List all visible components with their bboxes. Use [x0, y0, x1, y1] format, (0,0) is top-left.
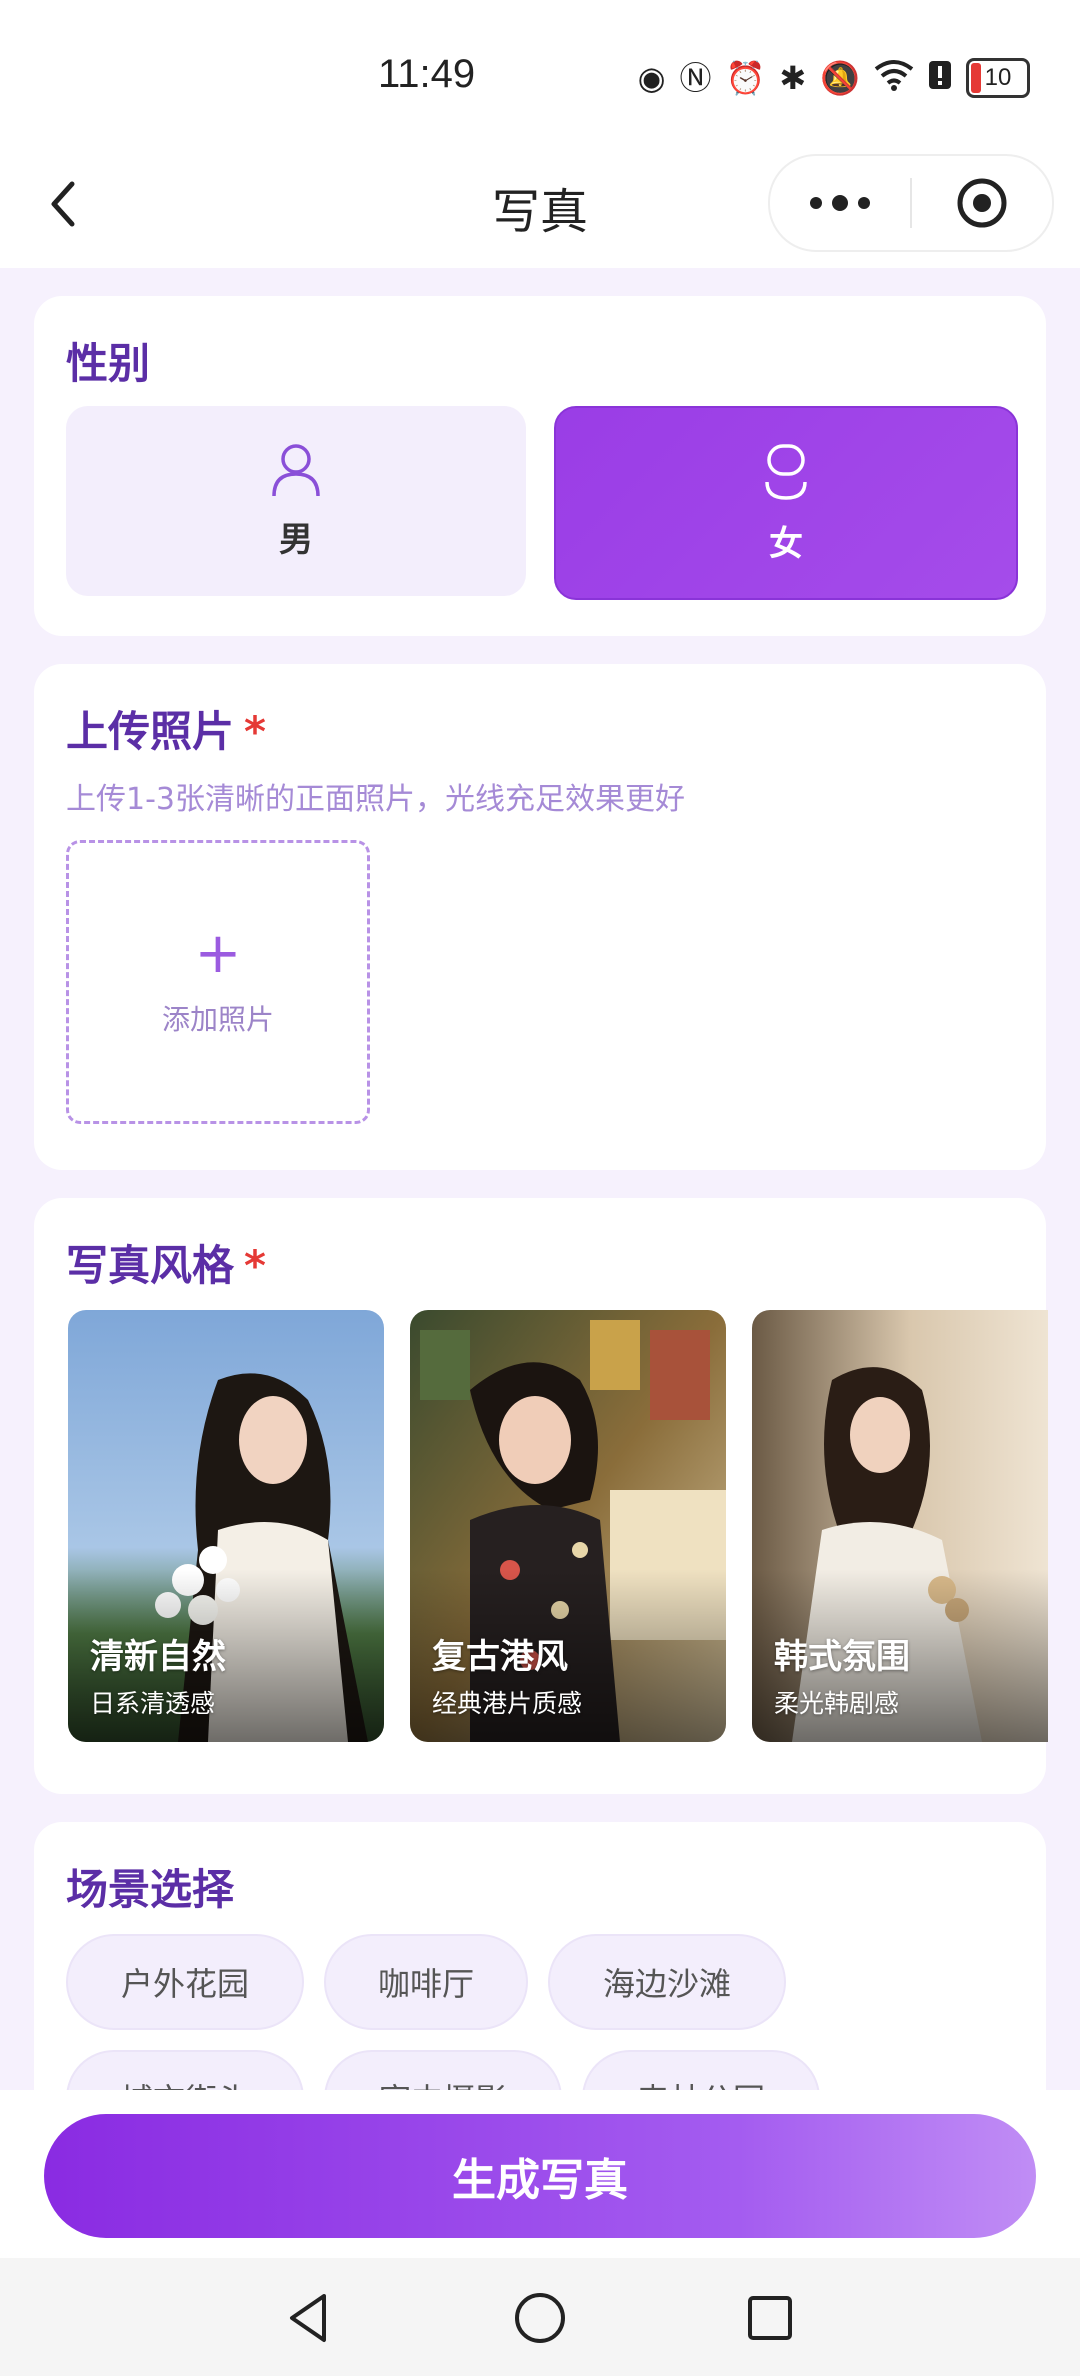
status-time: 11:49	[378, 52, 476, 96]
style-desc: 柔光韩剧感	[774, 1689, 900, 1718]
gender-label-female: 女	[769, 523, 803, 564]
more-button[interactable]	[770, 195, 910, 211]
system-nav-bar	[0, 2258, 1080, 2376]
style-desc: 经典港片质感	[432, 1689, 583, 1718]
required-mark: *	[244, 707, 266, 756]
scene-chip[interactable]: 户外花园	[66, 1934, 304, 2030]
plus-icon: +	[194, 921, 242, 986]
style-desc: 日系清透感	[90, 1689, 216, 1718]
style-title: 写真风格 *	[66, 1232, 266, 1293]
nav-home-button[interactable]	[510, 2288, 570, 2348]
nfc-icon: Ⓝ	[679, 59, 712, 97]
wifi-icon	[874, 59, 914, 98]
more-dot-icon	[832, 195, 848, 211]
style-option-retro-hk[interactable]: 复古港风 经典港片质感	[410, 1310, 726, 1742]
nav-back-button[interactable]	[280, 2288, 340, 2348]
more-dot-icon	[810, 197, 822, 209]
gender-label-male: 男	[279, 519, 313, 560]
style-name: 清新自然	[90, 1637, 226, 1677]
required-mark: *	[244, 1241, 266, 1290]
alarm-icon: ⏰	[725, 59, 766, 97]
style-carousel[interactable]: 清新自然 日系清透感 复古港风 经典港片质感 韩式氛围 柔光韩剧感	[68, 1310, 1048, 1742]
generate-photo-button[interactable]: 生成写真	[44, 2114, 1036, 2238]
bottom-action-bar: 生成写真	[0, 2090, 1080, 2258]
upload-hint: 上传1-3张清晰的正面照片，光线充足效果更好	[66, 782, 685, 817]
nav-bar: 写真	[0, 150, 1080, 268]
battery-icon: 10	[966, 58, 1030, 98]
style-card: 写真风格 * 清新自然 日系清透感 复古港风 经典港片质感 韩式氛围 柔光韩剧感	[34, 1198, 1048, 1794]
close-miniprogram-button[interactable]	[912, 176, 1052, 230]
scene-chip[interactable]: 咖啡厅	[324, 1934, 528, 2030]
alert-icon	[928, 59, 952, 98]
square-recents-icon	[748, 2296, 792, 2340]
male-icon	[272, 443, 320, 496]
style-text: 清新自然 日系清透感	[90, 1629, 226, 1720]
upload-card: 上传照片 * 上传1-3张清晰的正面照片，光线充足效果更好 + 添加照片	[34, 664, 1046, 1170]
female-icon	[765, 443, 807, 500]
circle-home-icon	[515, 2293, 565, 2343]
bluetooth-icon: ✱	[779, 59, 807, 97]
upload-title-text: 上传照片	[66, 707, 235, 756]
gender-card: 性别 男 女	[34, 296, 1046, 636]
style-name: 复古港风	[432, 1637, 568, 1677]
style-option-fresh[interactable]: 清新自然 日系清透感	[68, 1310, 384, 1742]
add-photo-button[interactable]: + 添加照片	[66, 840, 370, 1124]
add-photo-label: 添加照片	[161, 1003, 274, 1036]
style-option-korean[interactable]: 韩式氛围 柔光韩剧感	[752, 1310, 1048, 1742]
style-text: 复古港风 经典港片质感	[432, 1629, 582, 1720]
nav-recents-button[interactable]	[740, 2288, 800, 2348]
scene-title: 场景选择	[66, 1865, 235, 1914]
style-text: 韩式氛围 柔光韩剧感	[774, 1629, 910, 1720]
gender-option-male[interactable]: 男	[66, 406, 526, 596]
style-title-text: 写真风格	[66, 1241, 235, 1290]
style-name: 韩式氛围	[774, 1637, 910, 1677]
mute-icon: 🔕	[820, 59, 860, 97]
gender-option-female[interactable]: 女	[554, 406, 1018, 600]
triangle-back-icon	[290, 2294, 326, 2342]
more-dot-icon	[858, 197, 870, 209]
status-bar: 11:49 ◉ Ⓝ ⏰ ✱ 🔕 10	[0, 0, 1080, 150]
scene-chip[interactable]: 海边沙滩	[548, 1934, 786, 2030]
upload-title: 上传照片 *	[66, 698, 266, 759]
battery-level: 10	[984, 64, 1012, 91]
mini-program-capsule	[768, 154, 1054, 252]
target-icon	[957, 178, 1007, 228]
eye-icon: ◉	[637, 59, 666, 97]
status-icons: ◉ Ⓝ ⏰ ✱ 🔕 10	[638, 58, 1030, 98]
gender-title: 性别	[66, 339, 151, 388]
